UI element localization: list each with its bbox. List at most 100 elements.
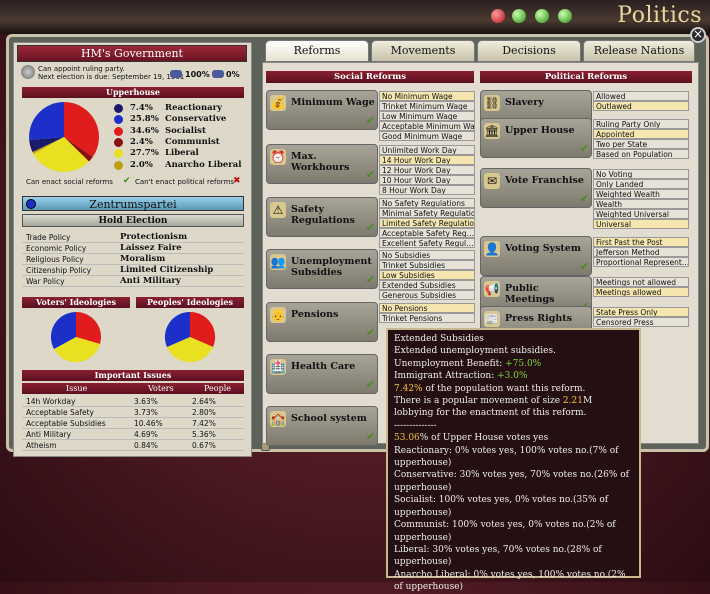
reform-button[interactable]: 💰 Minimum Wage ✔ [266,90,378,130]
reform-name: Upper House [505,125,575,136]
reform-button[interactable]: ✉ Vote Franchise ✔ [480,168,592,208]
reform-option[interactable]: No Voting [593,169,689,179]
tab-reforms[interactable]: Reforms [265,40,369,62]
reform-option[interactable]: Meetings not allowed [593,277,689,287]
policy-row: Economic Policy Laissez Faire [22,243,244,254]
reform-option[interactable]: Ruling Party Only [593,119,689,129]
reform-button[interactable]: 🏛 Upper House ✔ [480,118,592,158]
warning-icon: ⚠ [270,202,286,218]
reform-option[interactable]: No Pensions [379,303,475,313]
chain-icon: ⛓ [484,95,500,111]
reform-name: Voting System [505,243,581,254]
reform-option[interactable]: Trinket Subsidies [379,260,475,270]
reform-button[interactable]: ⏰ Max. Workhours ✔ [266,144,378,184]
reform-option[interactable]: No Safety Regulations [379,198,475,208]
reform-option[interactable]: Wealth [593,199,689,209]
reform-option[interactable]: Low Subsidies [379,270,475,280]
reform-button[interactable]: 👥 Unemployment Subsidies ✔ [266,249,378,289]
reform-option[interactable]: Acceptable Safety Reg… [379,228,475,238]
policy-table: Trade Policy Protectionism Economic Policy… [22,232,244,287]
reform-option[interactable]: Based on Population [593,149,689,159]
reform-options: Unlimited Work Day 14 Hour Work Day 12 Hou… [379,145,475,195]
reform-option[interactable]: Minimal Safety Regulations [379,208,475,218]
check-icon: ✔ [365,114,375,127]
reform-option[interactable]: Only Landed [593,179,689,189]
reform-button[interactable]: ⚠ Safety Regulations ✔ [266,197,378,237]
issue-row: Anti Military 4.69% 5.36% [22,429,244,440]
page-title: Politics [617,3,702,28]
tooltip-effect-value: +3.0% [497,371,528,382]
issues-column-headers: Issue Voters People [22,383,244,394]
reform-option[interactable]: Appointed [593,129,689,139]
reform-options: No Minimum Wage Trinket Minimum Wage Low M… [379,91,475,141]
reform-option[interactable]: 10 Hour Work Day [379,175,475,185]
reform-button[interactable]: 🏥 Health Care ✔ [266,354,378,394]
ruling-party-box[interactable]: Zentrumspartei [22,196,244,211]
policy-value: Anti Military [120,276,181,286]
issue-row: Acceptable Subsidies 10.46% 7.42% [22,418,244,429]
reform-option[interactable]: Generous Subsidies [379,290,475,300]
reform-option[interactable]: Outlawed [593,101,689,111]
reform-option[interactable]: Proportional Represent… [593,257,689,267]
tooltip-vote-line: Conservative: 30% votes yes, 70% votes n… [394,470,629,493]
reform-option[interactable]: 8 Hour Work Day [379,185,475,195]
check-icon[interactable] [512,9,526,23]
col-people[interactable]: People [204,383,231,394]
reform-button[interactable]: 👤 Voting System ✔ [480,236,592,276]
alert-icon[interactable] [491,9,505,23]
reform-button[interactable]: 🏫 School system ✔ [266,406,378,446]
building-icon: 🏛 [484,123,500,139]
reform-option[interactable]: Censored Press [593,317,689,327]
gov-line1: Can appoint ruling party. [38,65,125,73]
tab-release-nations[interactable]: Release Nations [583,40,695,62]
reform-button[interactable]: 👴 Pensions ✔ [266,302,378,342]
reform-name: Slavery [505,97,544,108]
col-issue[interactable]: Issue [66,383,87,394]
reform-option[interactable]: Limited Safety Regulations [379,218,475,228]
reform-option[interactable]: Excellent Safety Regul… [379,238,475,248]
reform-option[interactable]: Trinket Minimum Wage [379,101,475,111]
issue-name: Acceptable Subsidies [26,419,106,428]
reform-option[interactable]: Unlimited Work Day [379,145,475,155]
check-icon: ✔ [579,142,589,155]
tooltip-vote-line: Anarcho Liberal: 0% votes yes, 100% vote… [394,569,626,593]
globe-icon[interactable] [558,9,572,23]
reform-option[interactable]: First Past the Post [593,237,689,247]
reform-option[interactable]: No Minimum Wage [379,91,475,101]
party-percent: 7.4% [130,103,153,113]
pie-slice-conservative [29,102,64,140]
hold-election-button[interactable]: Hold Election [22,214,244,227]
reform-option[interactable]: Allowed [593,91,689,101]
reform-option[interactable]: 12 Hour Work Day [379,165,475,175]
tooltip-support-text: of the population want this reform. [422,383,586,394]
reform-option[interactable]: Jefferson Method [593,247,689,257]
reform-option[interactable]: Weighted Universal [593,209,689,219]
upperhouse-header: Upperhouse [22,87,244,98]
reform-option[interactable]: 14 Hour Work Day [379,155,475,165]
check-icon: ✔ [579,192,589,205]
reform-option[interactable]: Low Minimum Wage [379,111,475,121]
party-row: 2.0% Anarcho Liberal [108,160,244,171]
reform-option[interactable]: Two per State [593,139,689,149]
tab-decisions[interactable]: Decisions [477,40,581,62]
megaphone-icon: 📢 [484,281,500,297]
clock-icon: ⏰ [270,149,286,165]
reform-option[interactable]: Acceptable Minimum Wage [379,121,475,131]
col-voters[interactable]: Voters [148,383,174,394]
tooltip-vote-line: Socialist: 100% votes yes, 0% votes no.(… [394,495,609,518]
issue-people: 7.42% [192,419,216,428]
reform-option[interactable]: Universal [593,219,689,229]
reform-option[interactable]: No Subsidies [379,250,475,260]
policy-value: Limited Citizenship [120,265,214,275]
reform-option[interactable]: Meetings allowed [593,287,689,297]
reform-option[interactable]: Trinket Pensions [379,313,475,323]
reform-option[interactable]: Good Minimum Wage [379,131,475,141]
tooltip-movement-size: 2.21 [562,396,583,407]
tab-movements[interactable]: Movements [371,40,475,62]
reform-option[interactable]: Weighted Wealth [593,189,689,199]
reform-option[interactable]: State Press Only [593,307,689,317]
globe-icon[interactable] [535,9,549,23]
reform-option[interactable]: Extended Subsidies [379,280,475,290]
policy-name: Trade Policy [26,233,71,242]
workers-icon: 👥 [270,254,286,270]
